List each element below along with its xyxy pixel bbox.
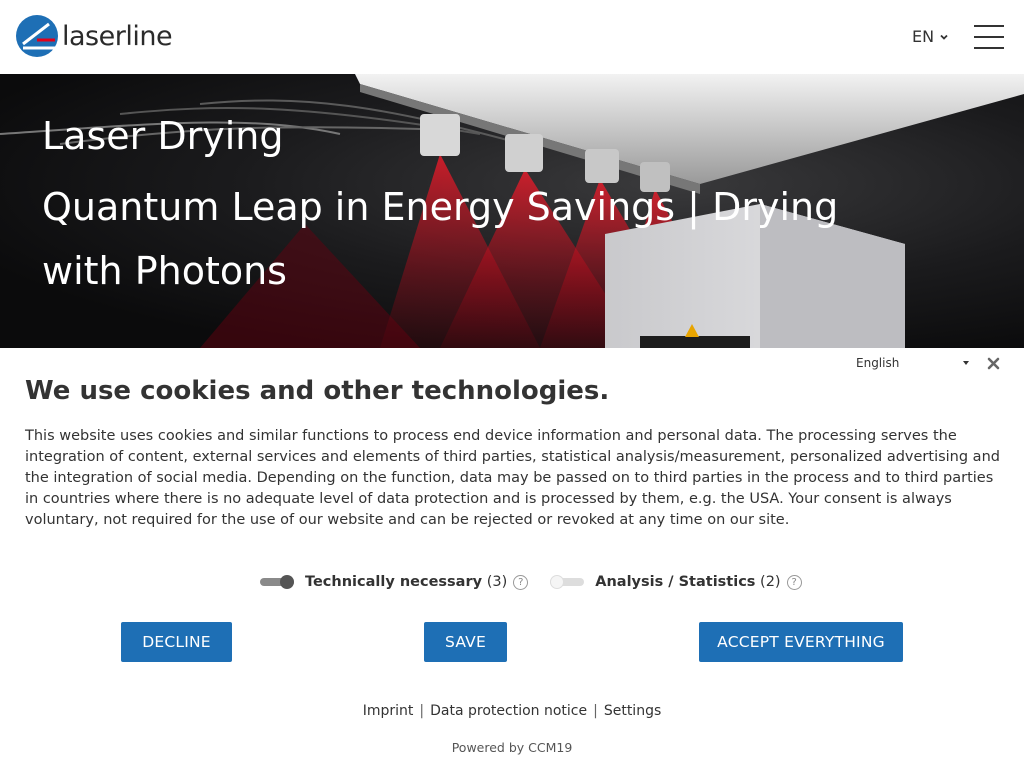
save-button[interactable]: SAVE	[424, 622, 507, 662]
logo-mark-icon	[16, 15, 58, 57]
help-icon[interactable]: ?	[513, 574, 529, 590]
cookie-language-value: English	[856, 356, 900, 370]
caret-down-icon	[963, 361, 969, 365]
powered-by[interactable]: Powered by CCM19	[0, 740, 1024, 755]
data-protection-link[interactable]: Data protection notice	[430, 703, 587, 719]
hero-banner: Laser Drying Quantum Leap in Energy Savi…	[0, 74, 1024, 348]
cookie-title: We use cookies and other technologies.	[25, 376, 610, 406]
toggle-analysis-statistics[interactable]	[550, 575, 585, 589]
toggle-technically-necessary[interactable]	[260, 575, 294, 589]
link-separator: |	[593, 703, 598, 719]
close-icon[interactable]	[986, 356, 1001, 371]
decline-button[interactable]: DECLINE	[121, 622, 232, 662]
logo-text: laserline	[62, 20, 173, 52]
help-icon[interactable]: ?	[786, 574, 802, 590]
toggle-label-analysis: Analysis / Statistics (2)	[595, 574, 781, 590]
imprint-link[interactable]: Imprint	[363, 703, 414, 719]
toggle-label-necessary: Technically necessary (3)	[305, 574, 508, 590]
cookie-consent-panel: English We use cookies and other technol…	[0, 348, 1024, 768]
cookie-language-select[interactable]: English	[856, 354, 972, 372]
language-switcher[interactable]: EN	[912, 27, 949, 46]
link-separator: |	[419, 703, 425, 719]
accept-everything-button[interactable]: ACCEPT EVERYTHING	[699, 622, 903, 662]
toggle-group-necessary: Technically necessary (3) ?	[260, 574, 529, 590]
cookie-description: This website uses cookies and similar fu…	[25, 428, 1000, 528]
hero-title: Laser Drying	[42, 114, 284, 158]
toggle-group-analysis: Analysis / Statistics (2) ?	[550, 574, 802, 590]
laserline-logo[interactable]: laserline	[15, 14, 173, 58]
hero-subtitle: Quantum Leap in Energy Savings | Drying …	[42, 185, 839, 293]
site-header: laserline EN	[0, 0, 1024, 74]
consent-toggles: Technically necessary (3) ? Analysis / S…	[260, 571, 802, 593]
cookie-footer-links: Imprint | Data protection notice | Settings	[0, 703, 1024, 719]
language-label: EN	[912, 27, 935, 46]
chevron-down-icon	[940, 34, 948, 40]
menu-icon[interactable]	[974, 25, 1004, 49]
settings-link[interactable]: Settings	[604, 703, 661, 719]
